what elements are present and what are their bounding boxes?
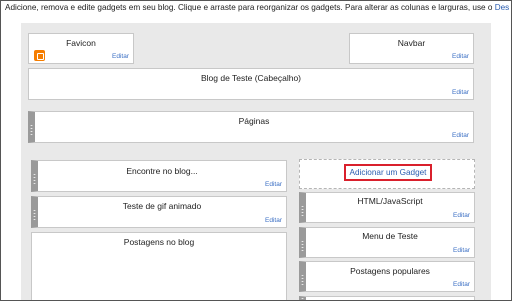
gadget-navbar: Navbar Editar — [349, 33, 474, 64]
gadget-next-partial[interactable] — [299, 296, 475, 301]
drag-handle-icon[interactable] — [300, 239, 305, 252]
gadget-title: Postagens populares — [350, 266, 430, 276]
gadget-encontre-no-blog[interactable]: Encontre no blog... Editar — [31, 160, 287, 192]
gadget-title: Blog de Teste (Cabeçalho) — [200, 73, 302, 83]
gadget-title: Postagens no blog — [123, 237, 195, 247]
gadget-title: Teste de gif animado — [122, 201, 202, 211]
add-gadget-button[interactable]: Adicionar um Gadget — [344, 164, 432, 181]
edit-link[interactable]: Editar — [452, 132, 469, 139]
drag-handle-icon[interactable] — [32, 209, 37, 221]
gadget-title: HTML/JavaScript — [357, 196, 423, 206]
drag-handle-icon[interactable] — [32, 173, 37, 185]
instructions-text: Adicione, remova e edite gadgets em seu … — [5, 3, 495, 12]
add-gadget-slot: Adicionar um Gadget — [299, 159, 475, 189]
edit-link[interactable]: Editar — [452, 89, 469, 96]
gadget-title: Navbar — [397, 38, 426, 48]
gadget-title: Encontre no blog... — [126, 166, 198, 176]
edit-link[interactable]: Editar — [453, 247, 470, 254]
designer-link[interactable]: Designer — [495, 3, 509, 12]
gadget-title: Páginas — [238, 116, 270, 126]
drag-handle-icon[interactable] — [300, 297, 305, 301]
layout-instructions: Adicione, remova e edite gadgets em seu … — [5, 3, 509, 12]
edit-link[interactable]: Editar — [453, 281, 470, 288]
edit-link[interactable]: Editar — [265, 217, 282, 224]
gadget-header: Blog de Teste (Cabeçalho) Editar — [28, 68, 474, 100]
gadget-postagens-populares[interactable]: Postagens populares Editar — [299, 261, 475, 292]
gadget-menu-de-teste[interactable]: Menu de Teste Editar — [299, 227, 475, 258]
edit-link[interactable]: Editar — [453, 212, 470, 219]
gadget-favicon: Favicon Editar — [28, 33, 134, 64]
edit-link[interactable]: Editar — [452, 53, 469, 60]
drag-handle-icon[interactable] — [29, 124, 34, 136]
drag-handle-icon[interactable] — [300, 273, 305, 286]
gadget-html-javascript[interactable]: HTML/JavaScript Editar — [299, 192, 475, 223]
gadget-title: Menu de Teste — [362, 231, 418, 241]
gadget-gif-animado[interactable]: Teste de gif animado Editar — [31, 196, 287, 228]
layout-canvas: Favicon Editar Navbar Editar Blog de Tes… — [21, 23, 491, 301]
gadget-title: Favicon — [66, 38, 96, 48]
gadget-postagens-no-blog: Postagens no blog — [31, 232, 287, 301]
edit-link[interactable]: Editar — [265, 181, 282, 188]
gadget-pages[interactable]: Páginas Editar — [28, 111, 474, 143]
edit-link[interactable]: Editar — [112, 53, 129, 60]
blogger-icon — [34, 50, 45, 61]
drag-handle-icon[interactable] — [300, 204, 305, 217]
